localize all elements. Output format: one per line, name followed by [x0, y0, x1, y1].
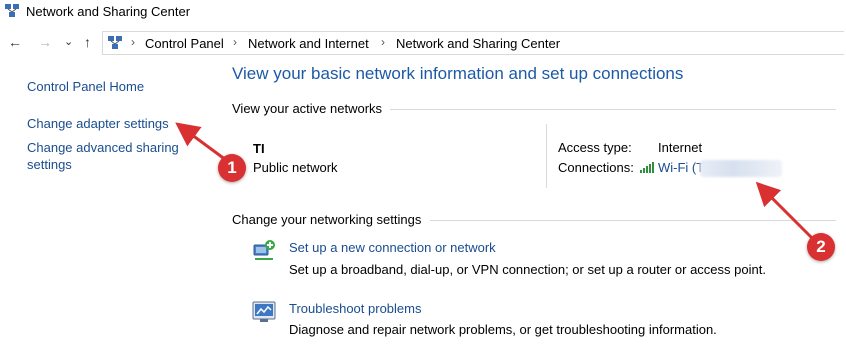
redacted-network-name [700, 160, 782, 177]
wifi-signal-icon [640, 162, 654, 173]
callout-2-arrow [755, 181, 814, 240]
breadcrumb-network-and-internet[interactable]: Network and Internet [248, 36, 369, 51]
network-center-icon [108, 36, 122, 49]
breadcrumb-separator[interactable]: › [233, 35, 237, 49]
troubleshoot-icon[interactable] [251, 298, 277, 324]
network-name: T‍I [253, 141, 265, 156]
breadcrumb-network-and-sharing-center[interactable]: Network and Sharing Center [396, 36, 560, 51]
connections-label: Connections: [558, 160, 634, 175]
forward-arrow-icon[interactable]: → [38, 34, 52, 50]
address-bar[interactable]: › Control Panel › Network and Internet ›… [102, 31, 844, 55]
section-divider [430, 220, 836, 221]
setup-new-connection-description: Set up a broadband, dial-up, or VPN conn… [289, 262, 766, 277]
access-type-value: Internet [658, 140, 703, 155]
breadcrumb-separator[interactable]: › [381, 35, 385, 49]
active-networks-heading: View your active networks [232, 101, 383, 116]
sidebar-item-control-panel-home[interactable]: Control Panel Home [27, 78, 144, 95]
change-settings-heading: Change your networking settings [232, 212, 422, 227]
up-arrow-icon[interactable]: ↑ [84, 34, 91, 50]
troubleshoot-problems-link[interactable]: Troubleshoot problems [289, 301, 421, 316]
page-title: View your basic network information and … [232, 64, 684, 83]
sidebar-item-change-adapter-settings[interactable]: Change adapter settings [27, 115, 169, 132]
back-arrow-icon[interactable]: ← [8, 34, 22, 50]
title-bar: Network and Sharing Center [0, 0, 846, 26]
callout-badge-1: 1 [218, 154, 246, 182]
recent-locations-icon[interactable]: ⌄ [64, 34, 73, 50]
new-connection-icon[interactable] [251, 237, 277, 263]
breadcrumb-separator[interactable]: › [131, 35, 135, 49]
wifi-connection-link[interactable]: Wi-Fi (T [658, 160, 704, 175]
network-center-icon [5, 4, 19, 17]
access-type-label: Access type: [558, 140, 632, 155]
network-type-link[interactable]: Public network [253, 160, 338, 175]
troubleshoot-problems-description: Diagnose and repair network problems, or… [289, 322, 717, 337]
network-divider [546, 124, 547, 188]
setup-new-connection-link[interactable]: Set up a new connection or network [289, 240, 496, 255]
breadcrumb-control-panel[interactable]: Control Panel [145, 36, 224, 51]
section-divider [390, 109, 836, 110]
callout-badge-2: 2 [807, 233, 835, 261]
window-title: Network and Sharing Center [26, 4, 191, 19]
sidebar-item-change-advanced-sharing-settings[interactable]: Change advanced sharing settings [27, 139, 187, 173]
